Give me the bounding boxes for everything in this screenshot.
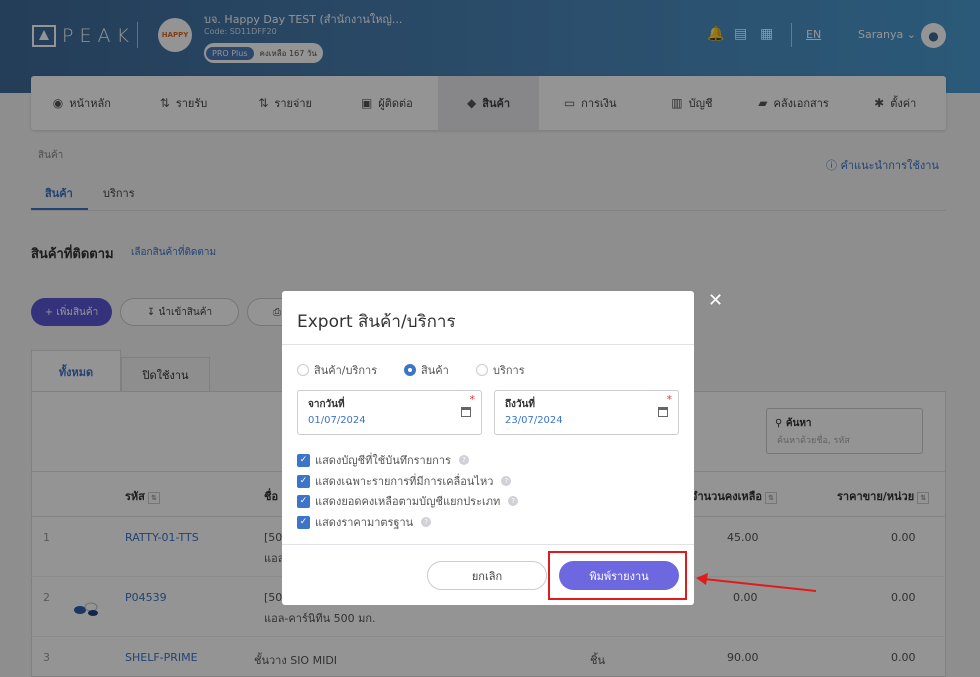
checkbox-show-account[interactable]: ✓ แสดงบัญชีที่ใช้บันทึกรายการ? bbox=[297, 451, 469, 469]
checkbox-only-movement[interactable]: ✓ แสดงเฉพาะรายการที่มีการเคลื่อนไหว? bbox=[297, 472, 512, 490]
radio-products-services[interactable]: สินค้า/บริการ bbox=[297, 361, 377, 379]
modal-divider bbox=[282, 344, 694, 345]
help-icon[interactable]: ? bbox=[421, 517, 432, 527]
annotation-highlight-box bbox=[548, 551, 687, 600]
checkbox-label: แสดงราคามาตรฐาน bbox=[315, 516, 414, 529]
modal-title: Export สินค้า/บริการ bbox=[297, 312, 456, 332]
checkbox-ledger-balance[interactable]: ✓ แสดงยอดคงเหลือตามบัญชีแยกประเภท? bbox=[297, 492, 519, 510]
help-icon[interactable]: ? bbox=[501, 476, 512, 486]
checkbox-label: แสดงเฉพาะรายการที่มีการเคลื่อนไหว bbox=[315, 475, 494, 488]
check-icon: ✓ bbox=[297, 453, 310, 467]
checkbox-label: แสดงยอดคงเหลือตามบัญชีแยกประเภท bbox=[315, 495, 501, 508]
check-icon: ✓ bbox=[297, 494, 310, 508]
radio-products[interactable]: สินค้า bbox=[404, 361, 449, 379]
radio-label: บริการ bbox=[493, 364, 525, 377]
to-date-label: ถึงวันที่ bbox=[505, 399, 535, 410]
from-date-value: 01/07/2024 bbox=[308, 415, 366, 426]
radio-services[interactable]: บริการ bbox=[476, 361, 525, 379]
modal-footer-divider bbox=[282, 544, 694, 545]
help-icon[interactable]: ? bbox=[458, 455, 469, 465]
annotation-arrow bbox=[696, 573, 817, 592]
close-icon[interactable]: ✕ bbox=[708, 290, 723, 311]
calendar-icon[interactable] bbox=[658, 407, 668, 417]
to-date-field[interactable]: ถึงวันที่ 23/07/2024 * bbox=[494, 390, 679, 435]
radio-label: สินค้า/บริการ bbox=[314, 364, 378, 377]
checkbox-standard-price[interactable]: ✓ แสดงราคามาตรฐาน? bbox=[297, 513, 432, 531]
radio-circle bbox=[297, 364, 309, 376]
to-date-value: 23/07/2024 bbox=[505, 415, 563, 426]
from-date-field[interactable]: จากวันที่ 01/07/2024 * bbox=[297, 390, 482, 435]
checkbox-label: แสดงบัญชีที่ใช้บันทึกรายการ bbox=[315, 454, 451, 467]
radio-circle-selected bbox=[404, 364, 416, 376]
help-icon[interactable]: ? bbox=[508, 496, 519, 506]
check-icon: ✓ bbox=[297, 515, 310, 529]
from-date-label: จากวันที่ bbox=[308, 399, 345, 410]
required-mark: * bbox=[666, 393, 673, 406]
radio-circle bbox=[476, 364, 488, 376]
calendar-icon[interactable] bbox=[461, 407, 471, 417]
required-mark: * bbox=[469, 393, 476, 406]
radio-label: สินค้า bbox=[421, 364, 449, 377]
cancel-button[interactable]: ยกเลิก bbox=[427, 561, 547, 590]
check-icon: ✓ bbox=[297, 474, 310, 488]
